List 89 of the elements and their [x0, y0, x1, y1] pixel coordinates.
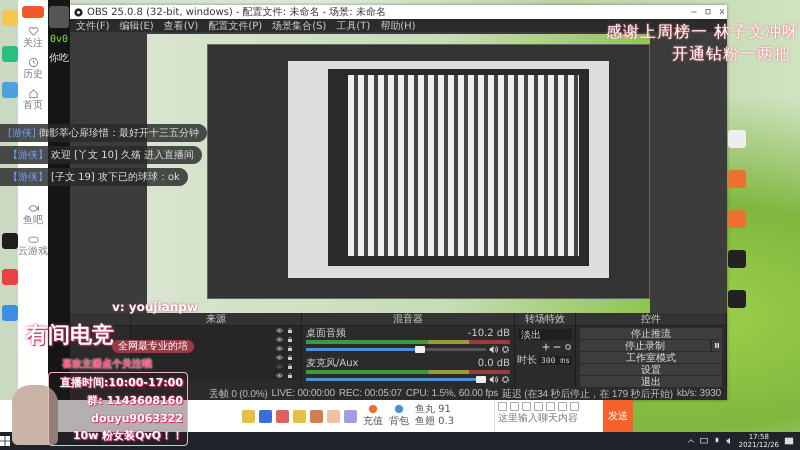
dock-title: 来源 [206, 312, 226, 326]
nav-item[interactable]: 历史 [23, 57, 43, 80]
backpack-button[interactable]: 背包 [389, 404, 409, 428]
nav-item[interactable]: 首页 [23, 88, 43, 111]
dock-title: 混音器 [393, 312, 423, 326]
balance-text: 鱼丸 91 [415, 404, 452, 416]
follow-text: 喜欢主播点个关注哦 [62, 357, 152, 371]
nav-item[interactable]: 云游戏 [18, 234, 48, 257]
add-icon [542, 343, 550, 351]
control-button[interactable]: 停止推流 [580, 328, 722, 339]
settings-icon [501, 345, 510, 354]
channel-name: 桌面音频 [306, 328, 346, 339]
control-button[interactable]: 工作室模式 [580, 352, 722, 363]
status-text: 丢帧 0 (0.0%) [209, 388, 268, 400]
recharge-button[interactable]: 充值 [363, 404, 383, 428]
info-text: 直播时间:10:00-17:00 [60, 374, 183, 390]
channel-name: 麦克风/Aux [306, 358, 358, 369]
card-text: 你吃 [49, 52, 69, 65]
status-text: kb/s: 3930 [676, 388, 721, 399]
control-button[interactable]: 停止录制 [580, 340, 710, 351]
lock-icon [287, 327, 293, 334]
nav-item[interactable]: 鱼吧 [23, 203, 43, 226]
settings-icon [501, 375, 510, 384]
status-text: CPU: 1.5%, 60.00 fps [406, 388, 498, 399]
lock-icon [287, 336, 293, 343]
volume-reading: -10.2 dB [468, 328, 510, 339]
slider-thumb[interactable] [476, 376, 486, 383]
gift-icon[interactable] [310, 410, 323, 422]
chat-message: 【游侠】 欢迎 [丫文 10] 久殇 进入直播间 [0, 146, 202, 164]
microphone-icon [712, 437, 721, 445]
menu-item[interactable]: 配置文件(P) [208, 18, 262, 32]
card-text: 0v0 [50, 34, 68, 45]
lock-icon [287, 363, 293, 370]
menu-item[interactable]: 工具(T) [336, 18, 370, 32]
desktop-icon[interactable] [728, 290, 746, 308]
notification-icon [784, 436, 794, 446]
monitor-icon [700, 437, 708, 445]
duration-field[interactable]: 300 ms [539, 356, 572, 364]
balance-text: 鱼翅 0.3 [415, 416, 454, 428]
clock-icon [28, 57, 38, 68]
dock-title: 转场特效 [525, 312, 565, 326]
pause-icon [714, 342, 720, 349]
volume-reading: 0.0 dB [478, 358, 510, 369]
maximize-icon [703, 8, 713, 16]
brand-text: 有间电竞 [26, 322, 114, 350]
status-text: REC: 00:05:07 [338, 388, 402, 399]
app-logo [22, 6, 44, 18]
menu-item[interactable]: 文件(F) [76, 18, 110, 32]
obs-logo-icon [74, 8, 83, 16]
menu-item[interactable]: 帮助(H) [380, 18, 416, 32]
window-title: OBS 25.0.8 (32-bit, windows) - 配置文件: 未命名 - 场景: 未命名 [87, 6, 386, 19]
status-text: LIVE: 00:00:00 [272, 388, 335, 399]
info-text: douyu9063322 [91, 412, 183, 425]
close-icon [717, 8, 727, 16]
desktop-icon[interactable] [728, 250, 746, 268]
info-text: 10w 粉女装QvQ！！ [72, 428, 183, 444]
speaker-icon [489, 375, 498, 384]
desktop-icon[interactable] [2, 233, 18, 249]
volume-slider[interactable] [306, 348, 486, 351]
volume-slider[interactable] [306, 378, 486, 381]
lock-icon [287, 345, 293, 352]
menu-item[interactable]: 场景集合(S) [272, 18, 326, 32]
control-button[interactable]: 设置 [580, 364, 722, 375]
home-icon [28, 88, 38, 99]
duration-label: 时长 [517, 354, 537, 367]
status-text: 延迟 (在34 秒后停止，在 179 秒后开始) [502, 388, 673, 400]
gift-icon[interactable] [276, 410, 289, 422]
chevron-icon [686, 437, 695, 445]
menu-item[interactable]: 编辑(E) [120, 18, 154, 32]
gift-icon[interactable] [259, 410, 272, 422]
chat-message: 【游侠】 [子文 19] 攻下已的球球：ok [0, 168, 188, 186]
settings-icon [564, 343, 572, 351]
speaker-icon [489, 345, 498, 354]
chat-message: [游侠] 御影莘心扉珍惜：最好开十三五分钟 [0, 124, 207, 142]
lock-icon [287, 372, 293, 379]
windows-icon [0, 436, 10, 446]
pause-button[interactable] [712, 340, 722, 351]
nav-item[interactable]: 关注 [23, 26, 43, 49]
fish-icon [28, 203, 38, 214]
transition-select[interactable]: 淡出 [518, 329, 572, 340]
control-button[interactable]: 退出 [580, 376, 722, 387]
lock-icon [287, 354, 293, 361]
heart-icon [28, 26, 38, 37]
dock-title: 控件 [641, 313, 661, 326]
gift-icon[interactable] [344, 410, 357, 422]
avatar-placeholder [49, 6, 69, 28]
slider-thumb[interactable] [414, 346, 425, 353]
character-placeholder [12, 385, 58, 445]
menu-item[interactable]: 查看(V) [164, 18, 198, 32]
